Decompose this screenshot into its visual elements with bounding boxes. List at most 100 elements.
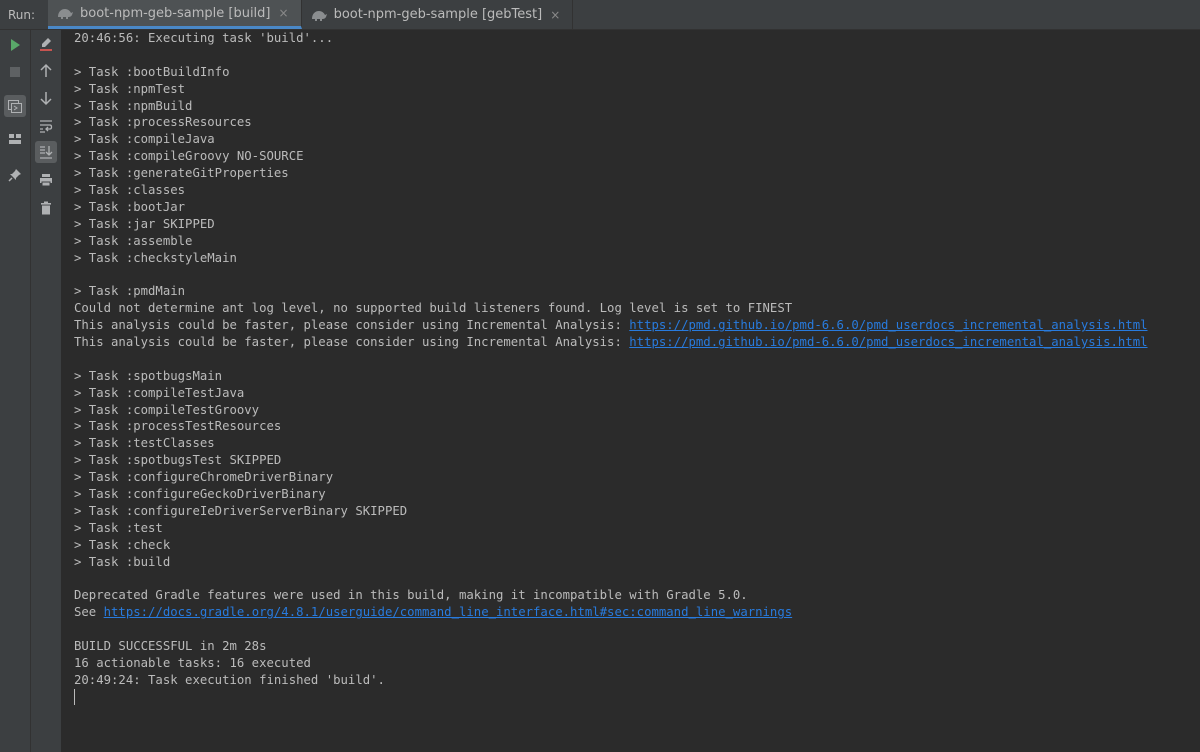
gradle-elephant-icon bbox=[58, 9, 73, 19]
console-line: This analysis could be faster, please co… bbox=[74, 317, 1200, 334]
console-line-text: > Task :compileGroovy NO-SOURCE bbox=[74, 149, 304, 164]
console-line-text: > Task :testClasses bbox=[74, 436, 215, 451]
console-line-text: > Task :configureChromeDriverBinary bbox=[74, 470, 334, 485]
console-line: 20:49:24: Task execution finished 'build… bbox=[74, 672, 1200, 689]
console-line: Deprecated Gradle features were used in … bbox=[74, 587, 1200, 604]
console-hyperlink[interactable]: https://docs.gradle.org/4.8.1/userguide/… bbox=[104, 605, 793, 619]
console-line-text: > Task :jar SKIPPED bbox=[74, 216, 215, 231]
console-line-text: > Task :processResources bbox=[74, 115, 252, 130]
console-lines: 20:46:56: Executing task 'build'... > Tas… bbox=[62, 30, 1200, 706]
console-line-text: > Task :compileTestGroovy bbox=[74, 402, 260, 417]
console-line-text: 20:49:24: Task execution finished 'build… bbox=[74, 672, 385, 687]
console-line-text: This analysis could be faster, please co… bbox=[74, 335, 630, 350]
tab-gebtest[interactable]: boot-npm-geb-sample [gebTest] × bbox=[302, 0, 574, 29]
console-line: > Task :jar SKIPPED bbox=[74, 216, 1200, 233]
console-line: > Task :pmdMain bbox=[74, 283, 1200, 300]
console-hyperlink[interactable]: https://pmd.github.io/pmd-6.6.0/pmd_user… bbox=[629, 335, 1147, 349]
console-line: > Task :compileTestJava bbox=[74, 385, 1200, 402]
console-line-text: > Task :test bbox=[74, 520, 163, 535]
console-line: BUILD SUCCESSFUL in 2m 28s bbox=[74, 638, 1200, 655]
console-line: > Task :generateGitProperties bbox=[74, 165, 1200, 182]
console-line: > Task :assemble bbox=[74, 233, 1200, 250]
pin-tab-button[interactable] bbox=[4, 164, 26, 186]
print-icon bbox=[40, 174, 52, 187]
console-input-line[interactable] bbox=[74, 689, 1200, 706]
console-line-text: > Task :configureIeDriverServerBinary SK… bbox=[74, 503, 408, 518]
console-line-text: See bbox=[74, 605, 104, 620]
console-line-text: > Task :processTestResources bbox=[74, 419, 282, 434]
console-line: > Task :bootJar bbox=[74, 199, 1200, 216]
run-toolbar-secondary bbox=[31, 30, 62, 752]
console-line: > Task :build bbox=[74, 554, 1200, 571]
console-line: > Task :check bbox=[74, 537, 1200, 554]
scroll-to-end-icon bbox=[40, 146, 53, 159]
console-line-text: Deprecated Gradle features were used in … bbox=[74, 588, 748, 603]
close-icon[interactable]: × bbox=[279, 6, 289, 20]
console-line-text: Could not determine ant log level, no su… bbox=[74, 301, 793, 316]
console-icon bbox=[8, 100, 22, 113]
console-line: > Task :spotbugsMain bbox=[74, 368, 1200, 385]
console-line-text: > Task :bootJar bbox=[74, 199, 186, 214]
console-line-text: > Task :checkstyleMain bbox=[74, 250, 237, 265]
console-line-text: > Task :npmTest bbox=[74, 81, 186, 96]
tab-build[interactable]: boot-npm-geb-sample [build] × bbox=[48, 0, 302, 29]
pin-icon bbox=[8, 169, 21, 182]
close-icon[interactable]: × bbox=[550, 8, 560, 22]
console-view-button[interactable] bbox=[4, 95, 26, 117]
console-line-text: This analysis could be faster, please co… bbox=[74, 318, 630, 333]
console-line: > Task :compileGroovy NO-SOURCE bbox=[74, 148, 1200, 165]
console-line: > Task :testClasses bbox=[74, 435, 1200, 452]
console-line-text: > Task :pmdMain bbox=[74, 284, 186, 299]
layout-icon bbox=[9, 134, 21, 144]
console-line: > Task :compileTestGroovy bbox=[74, 402, 1200, 419]
console-line-text: > Task :check bbox=[74, 537, 171, 552]
stop-icon bbox=[10, 67, 20, 77]
console-line: > Task :classes bbox=[74, 182, 1200, 199]
soft-wrap-icon bbox=[40, 120, 53, 133]
layout-button[interactable] bbox=[4, 128, 26, 150]
console-output[interactable]: 20:46:56: Executing task 'build'... > Tas… bbox=[62, 30, 1200, 752]
tab-label: boot-npm-geb-sample [gebTest] bbox=[333, 7, 543, 22]
up-stack-trace-button[interactable] bbox=[35, 60, 57, 82]
arrow-up-icon bbox=[40, 63, 52, 77]
console-line: > Task :npmBuild bbox=[74, 98, 1200, 115]
stop-button[interactable] bbox=[4, 61, 26, 83]
gradle-elephant-icon bbox=[311, 10, 327, 21]
text-caret bbox=[74, 689, 75, 706]
console-line-text: > Task :assemble bbox=[74, 233, 193, 248]
console-line-text: > Task :classes bbox=[74, 183, 186, 198]
console-line-text: > Task :spotbugsTest SKIPPED bbox=[74, 453, 282, 468]
console-line: See https://docs.gradle.org/4.8.1/usergu… bbox=[74, 604, 1200, 621]
console-line-text: > Task :configureGeckoDriverBinary bbox=[74, 487, 326, 502]
print-button[interactable] bbox=[35, 169, 57, 191]
console-line-text: 20:46:56: Executing task 'build'... bbox=[74, 31, 334, 45]
rerun-button[interactable] bbox=[4, 34, 26, 56]
run-tab-bar: Run: boot-npm-geb-sample [build] × boot-… bbox=[0, 0, 1200, 30]
console-line: > Task :configureIeDriverServerBinary SK… bbox=[74, 503, 1200, 520]
console-line-text: > Task :spotbugsMain bbox=[74, 368, 223, 383]
run-label: Run: bbox=[8, 7, 36, 22]
clear-highlight-button[interactable] bbox=[35, 33, 57, 55]
console-line: > Task :compileJava bbox=[74, 131, 1200, 148]
console-line: > Task :spotbugsTest SKIPPED bbox=[74, 452, 1200, 469]
down-stack-trace-button[interactable] bbox=[35, 87, 57, 109]
soft-wrap-button[interactable] bbox=[35, 115, 57, 137]
console-line-text: > Task :compileJava bbox=[74, 132, 215, 147]
console-line: > Task :configureChromeDriverBinary bbox=[74, 469, 1200, 486]
console-hyperlink[interactable]: https://pmd.github.io/pmd-6.6.0/pmd_user… bbox=[629, 318, 1147, 332]
console-line: Could not determine ant log level, no su… bbox=[74, 300, 1200, 317]
clear-all-button[interactable] bbox=[35, 197, 57, 219]
console-line: 20:46:56: Executing task 'build'... bbox=[74, 30, 1200, 47]
console-line: > Task :processResources bbox=[74, 114, 1200, 131]
console-line: > Task :bootBuildInfo bbox=[74, 64, 1200, 81]
console-line-text: 16 actionable tasks: 16 executed bbox=[74, 655, 311, 670]
console-line: > Task :npmTest bbox=[74, 81, 1200, 98]
clear-icon bbox=[40, 38, 52, 51]
tab-label: boot-npm-geb-sample [build] bbox=[80, 5, 271, 21]
arrow-down-icon bbox=[40, 92, 52, 106]
scroll-to-end-button[interactable] bbox=[35, 141, 57, 163]
